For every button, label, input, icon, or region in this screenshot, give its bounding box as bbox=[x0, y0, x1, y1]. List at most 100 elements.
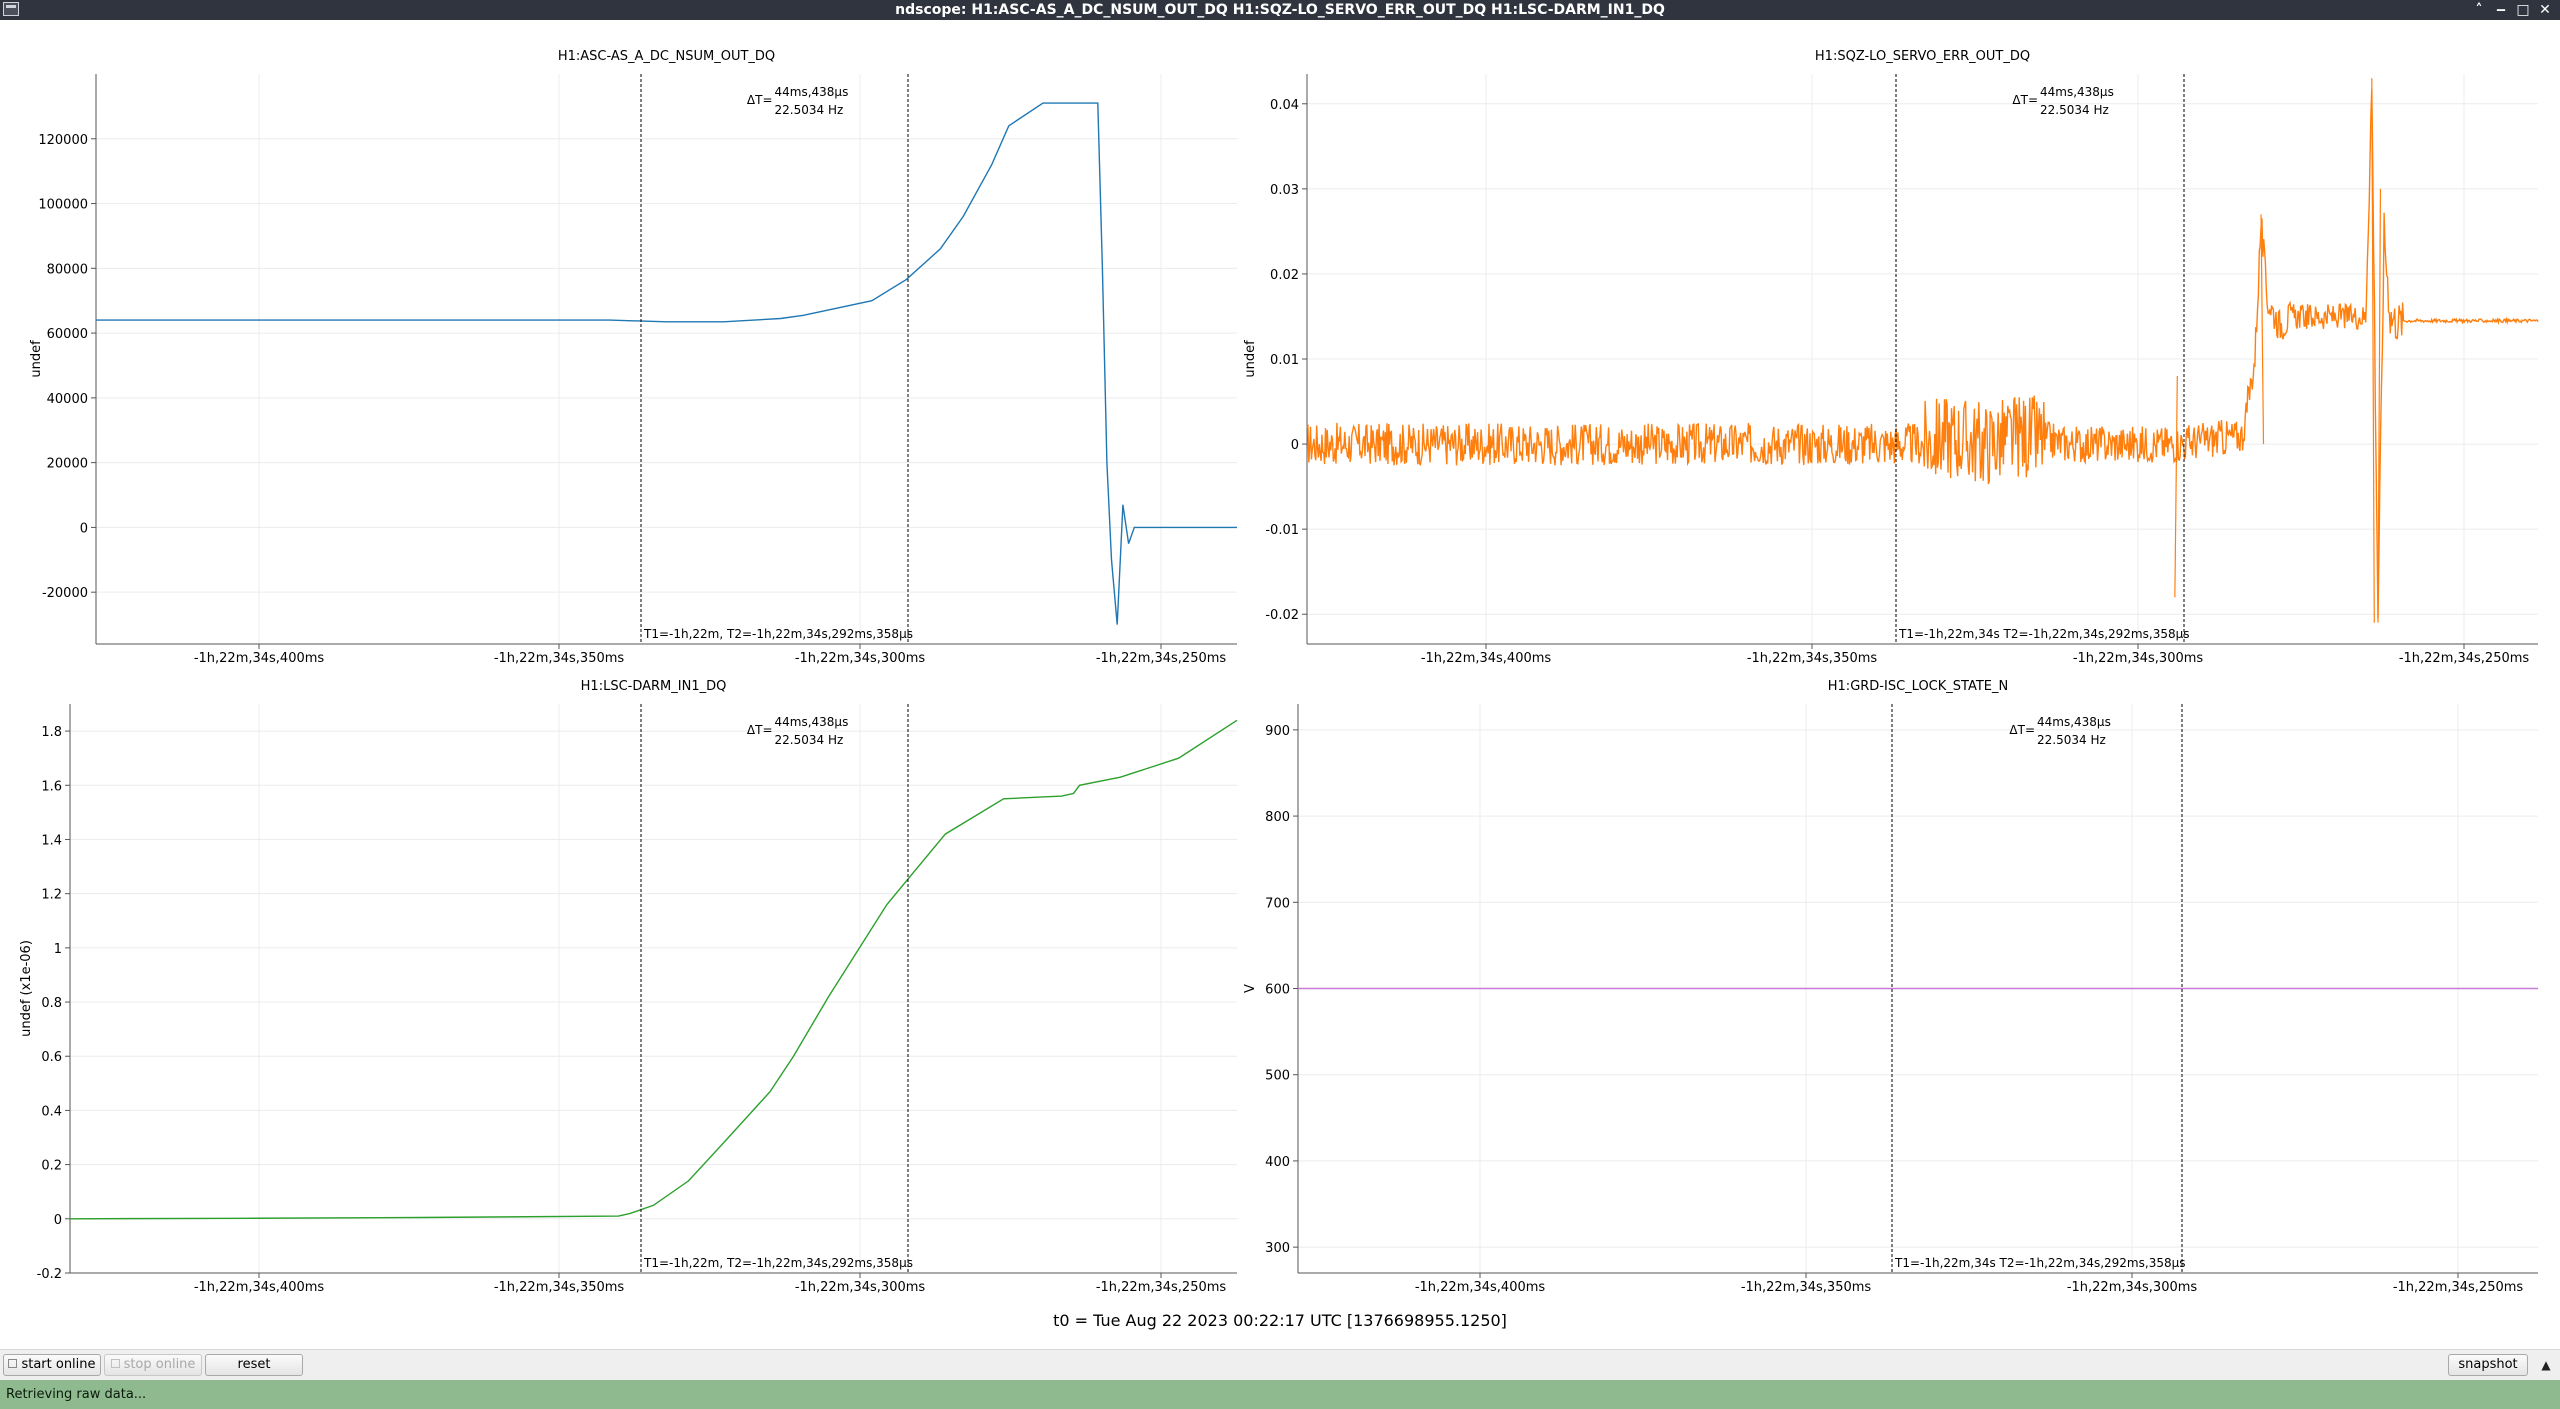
y-tick-label: -20000 bbox=[42, 586, 88, 601]
y-tick-label: -0.02 bbox=[1265, 608, 1299, 623]
cursor-times: T1=-1h,22m, T2=-1h,22m,34s,292ms,358µs bbox=[643, 1256, 913, 1270]
y-tick-label: 60000 bbox=[47, 327, 88, 342]
y-tick-label: 120000 bbox=[38, 133, 88, 148]
series-line bbox=[1306, 88, 2539, 619]
y-tick-label: 0.6 bbox=[41, 1050, 62, 1065]
y-tick-label: 1.8 bbox=[41, 725, 62, 740]
expand-up-icon[interactable]: ▲ bbox=[2536, 1356, 2556, 1374]
x-tick-label: -1h,22m,34s,350ms bbox=[1747, 651, 1878, 666]
cursor-times: T1=-1h,22m,34s T2=-1h,22m,34s,292ms,358µ… bbox=[1898, 627, 2189, 641]
y-axis-label: undef bbox=[29, 340, 44, 378]
plot-title: H1:LSC-DARM_IN1_DQ bbox=[581, 679, 727, 694]
y-tick-label: 0.4 bbox=[41, 1104, 62, 1119]
reset-button[interactable]: reset bbox=[205, 1354, 303, 1376]
y-tick-label: 400 bbox=[1265, 1155, 1290, 1170]
start-online-label: start online bbox=[21, 1357, 96, 1372]
delta-t-label: ΔT= bbox=[747, 723, 773, 737]
y-tick-label: 500 bbox=[1265, 1069, 1290, 1084]
plot-panel-2: H1:SQZ-LO_SERVO_ERR_OUT_DQundef 0.04 0.03 0… bbox=[1243, 49, 2539, 666]
y-tick-label: 20000 bbox=[47, 457, 88, 472]
y-axis-label: undef bbox=[1243, 340, 1258, 378]
y-tick-label: 80000 bbox=[47, 262, 88, 277]
y-tick-label: 600 bbox=[1265, 983, 1290, 998]
x-tick-label: -1h,22m,34s,400ms bbox=[194, 1280, 325, 1295]
y-tick-label: 100000 bbox=[38, 198, 88, 213]
x-tick-label: -1h,22m,34s,300ms bbox=[2073, 651, 2204, 666]
y-tick-label: 1 bbox=[54, 942, 62, 957]
y-tick-label: 1.2 bbox=[41, 888, 62, 903]
stop-online-button: stop online bbox=[104, 1354, 202, 1376]
y-tick-label: 700 bbox=[1265, 896, 1290, 911]
y-tick-label: 0.8 bbox=[41, 996, 62, 1011]
maximize-icon[interactable]: □ bbox=[2512, 0, 2534, 20]
reset-label: reset bbox=[237, 1357, 271, 1372]
x-tick-label: -1h,22m,34s,250ms bbox=[2399, 651, 2530, 666]
t0-label: t0 = Tue Aug 22 2023 00:22:17 UTC [13766… bbox=[1053, 1311, 1507, 1330]
delta-frequency: 22.5034 Hz bbox=[775, 733, 844, 747]
minimize-icon[interactable]: ‒ bbox=[2490, 0, 2512, 20]
plot-title: H1:SQZ-LO_SERVO_ERR_OUT_DQ bbox=[1815, 49, 2030, 64]
y-tick-label: 800 bbox=[1265, 810, 1290, 825]
y-tick-label: 40000 bbox=[47, 392, 88, 407]
y-tick-label: 0.02 bbox=[1270, 268, 1299, 283]
y-tick-label: 1.4 bbox=[41, 833, 62, 848]
x-tick-label: -1h,22m,34s,400ms bbox=[194, 651, 325, 666]
delta-t-label: ΔT= bbox=[2009, 723, 2035, 737]
y-tick-label: 0 bbox=[54, 1213, 62, 1228]
x-tick-label: -1h,22m,34s,350ms bbox=[494, 651, 625, 666]
y-tick-label: -0.2 bbox=[37, 1267, 62, 1282]
chevron-up-icon[interactable]: ˄ bbox=[2468, 0, 2490, 20]
window-title: ndscope: H1:ASC-AS_A_DC_NSUM_OUT_DQ H1:S… bbox=[895, 2, 1665, 18]
x-tick-label: -1h,22m,34s,350ms bbox=[1741, 1280, 1872, 1295]
x-tick-label: -1h,22m,34s,350ms bbox=[494, 1280, 625, 1295]
y-axis-label: V bbox=[1243, 984, 1258, 993]
x-tick-label: -1h,22m,34s,250ms bbox=[1096, 1280, 1227, 1295]
snapshot-label: snapshot bbox=[2458, 1357, 2518, 1372]
cursor-times: T1=-1h,22m, T2=-1h,22m,34s,292ms,358µs bbox=[643, 627, 913, 641]
y-tick-label: 0 bbox=[1291, 438, 1299, 453]
y-tick-label: 0 bbox=[80, 521, 88, 536]
start-online-button[interactable]: start online bbox=[3, 1354, 101, 1376]
window-titlebar: ndscope: H1:ASC-AS_A_DC_NSUM_OUT_DQ H1:S… bbox=[0, 0, 2560, 20]
plot-panel-4: H1:GRD-ISC_LOCK_STATE_N V 900 800 700 600 500 4… bbox=[1243, 679, 2538, 1295]
delta-time: 44ms,438µs bbox=[775, 85, 849, 99]
snapshot-button[interactable]: snapshot bbox=[2448, 1354, 2528, 1376]
delta-time: 44ms,438µs bbox=[2040, 85, 2114, 99]
control-bar: start online stop online reset snapshot … bbox=[0, 1349, 2560, 1380]
x-tick-label: -1h,22m,34s,250ms bbox=[2393, 1280, 2524, 1295]
y-tick-label: 0.2 bbox=[41, 1159, 62, 1174]
x-tick-label: -1h,22m,34s,300ms bbox=[2067, 1280, 2198, 1295]
delta-frequency: 22.5034 Hz bbox=[2040, 103, 2109, 117]
x-tick-label: -1h,22m,34s,400ms bbox=[1415, 1280, 1546, 1295]
y-tick-label: -0.01 bbox=[1265, 523, 1299, 538]
y-tick-label: 0.03 bbox=[1270, 183, 1299, 198]
delta-frequency: 22.5034 Hz bbox=[775, 103, 844, 117]
plot-area: H1:ASC-AS_A_DC_NSUM_OUT_DQ undef 120000 100… bbox=[0, 20, 2560, 1320]
stop-icon bbox=[110, 1359, 120, 1368]
plot-title: H1:GRD-ISC_LOCK_STATE_N bbox=[1828, 679, 2008, 694]
y-tick-label: 0.04 bbox=[1270, 98, 1299, 113]
series-line bbox=[69, 719, 1238, 1220]
x-tick-label: -1h,22m,34s,300ms bbox=[795, 651, 926, 666]
y-tick-label: 300 bbox=[1265, 1241, 1290, 1256]
plot-title: H1:ASC-AS_A_DC_NSUM_OUT_DQ bbox=[558, 49, 775, 64]
play-icon bbox=[8, 1359, 18, 1368]
y-axis-label: undef (x1e-06) bbox=[19, 940, 34, 1037]
series-spike bbox=[2174, 376, 2178, 598]
plot-panel-1: H1:ASC-AS_A_DC_NSUM_OUT_DQundef 120000 100… bbox=[29, 49, 1237, 666]
plot-panel-3: H1:LSC-DARM_IN1_DQundef (x1e-06) 1.8 1.6 1.… bbox=[19, 679, 1238, 1295]
x-tick-label: -1h,22m,34s,300ms bbox=[795, 1280, 926, 1295]
x-tick-label: -1h,22m,34s,250ms bbox=[1096, 651, 1227, 666]
y-tick-label: 0.01 bbox=[1270, 353, 1299, 368]
stop-online-label: stop online bbox=[123, 1357, 196, 1372]
x-tick-label: -1h,22m,34s,400ms bbox=[1421, 651, 1552, 666]
close-icon[interactable]: ✕ bbox=[2534, 0, 2556, 20]
delta-time: 44ms,438µs bbox=[775, 715, 849, 729]
plots-svg: H1:ASC-AS_A_DC_NSUM_OUT_DQundef120000100… bbox=[19, 49, 2539, 1295]
cursor-times: T1=-1h,22m,34s T2=-1h,22m,34s,292ms,358µ… bbox=[1894, 1256, 2185, 1270]
delta-frequency: 22.5034 Hz bbox=[2037, 733, 2106, 747]
delta-time: 44ms,438µs bbox=[2037, 715, 2111, 729]
y-tick-label: 900 bbox=[1265, 724, 1290, 739]
delta-t-label: ΔT= bbox=[2012, 93, 2038, 107]
y-tick-label: 1.6 bbox=[41, 779, 62, 794]
